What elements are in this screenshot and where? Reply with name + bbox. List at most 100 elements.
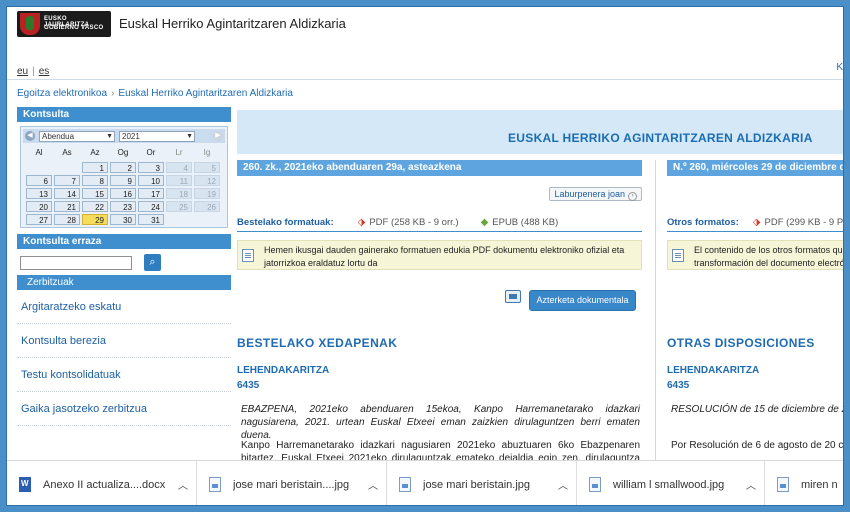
download-item[interactable]: Anexo II actualiza....docx︿: [7, 461, 197, 505]
calendar-day[interactable]: 21: [54, 201, 80, 212]
calendar-day[interactable]: 5: [194, 162, 220, 173]
main-content: EUSKAL HERRIKO AGINTARITZAREN ALDIZKARIA…: [237, 110, 843, 460]
sidebar-link-gaika[interactable]: Gaika jasotzeko zerbitzua: [17, 392, 231, 426]
calendar-day[interactable]: 29: [82, 214, 108, 225]
lang-eu-link[interactable]: eu: [17, 66, 28, 77]
search-button[interactable]: ⌕: [144, 254, 161, 271]
calendar-day[interactable]: 3: [138, 162, 164, 173]
calendar-grid: Al As Az Og Or Lr Ig 1 2 3 4 5 6 7 8 9 10 11 12 13 14 15 16 17 1…: [23, 146, 225, 225]
column-basque: 260. zk., 2021eko abenduaren 29a, asteaz…: [237, 160, 642, 460]
header-divider: [7, 79, 843, 80]
epub-icon: ◆: [480, 216, 489, 228]
calendar-day[interactable]: 18: [166, 188, 192, 199]
column-spanish: N.º 260, miércoles 29 de diciembre de 20…: [667, 160, 843, 451]
calendar-day[interactable]: 11: [166, 175, 192, 186]
document-title-es: RESOLUCIÓN de 15 de diciembre de 20 que …: [671, 404, 843, 415]
search-icon: ⌕: [149, 256, 156, 268]
org-title-eu: LEHENDAKARITZA: [237, 365, 330, 376]
chevron-up-icon[interactable]: ︿: [368, 477, 378, 492]
calendar-empty-cell: [26, 162, 52, 173]
download-item[interactable]: jose mari beristain....jpg ︿: [197, 461, 387, 505]
download-item[interactable]: jose mari beristain.jpg ︿: [387, 461, 577, 505]
sidebar-link-argitaratzeko[interactable]: Argitaratzeko eskatu: [17, 290, 231, 324]
chevron-up-icon[interactable]: ︿: [558, 477, 568, 492]
pdf-link-eu[interactable]: PDF (258 KB - 9 orr.): [369, 217, 458, 228]
calendar-day[interactable]: 1: [82, 162, 108, 173]
format-notice-eu: Hemen ikusgai dauden gainerako formatuen…: [237, 240, 642, 270]
section-title-eu: BESTELAKO XEDAPENAK: [237, 336, 398, 350]
shield-icon: [20, 13, 40, 35]
print-icon[interactable]: [505, 290, 521, 303]
download-bar: Anexo II actualiza....docx︿ jose mari be…: [7, 460, 843, 505]
document-number-eu[interactable]: 6435: [237, 380, 259, 391]
calendar-day[interactable]: 16: [110, 188, 136, 199]
calendar-day[interactable]: 13: [26, 188, 52, 199]
sidebar: Kontsulta ◀ Abendua ▼ 2021 ▼ ▶ Al As Az Og Or L…: [17, 107, 231, 426]
chevron-down-icon: ▼: [106, 132, 113, 140]
calendar-day[interactable]: 23: [110, 201, 136, 212]
calendar-day[interactable]: 24: [138, 201, 164, 212]
document-body-es: Por Resolución de 6 de agosto de 20 conv…: [671, 440, 844, 451]
summary-link-button[interactable]: Laburpenera joan ›: [549, 187, 642, 201]
document-analysis-button[interactable]: Azterketa dokumentala: [529, 290, 636, 311]
lang-es-link[interactable]: es: [39, 66, 50, 77]
search-input[interactable]: [20, 255, 132, 270]
calendar-day[interactable]: 6: [26, 175, 52, 186]
prev-month-icon[interactable]: ◀: [25, 131, 35, 141]
chevron-up-icon[interactable]: ︿: [178, 477, 188, 492]
next-month-icon[interactable]: ▶: [213, 131, 223, 141]
calendar-day[interactable]: 7: [54, 175, 80, 186]
calendar-day[interactable]: 17: [138, 188, 164, 199]
chevron-down-icon: ▼: [186, 132, 193, 140]
arrow-right-icon: ›: [628, 192, 637, 201]
calendar-day[interactable]: 4: [166, 162, 192, 173]
calendar-day[interactable]: 28: [54, 214, 80, 225]
calendar-day[interactable]: 31: [138, 214, 164, 225]
chevron-up-icon[interactable]: ︿: [746, 477, 756, 492]
image-file-icon: [777, 477, 789, 492]
header-right-link[interactable]: K: [836, 62, 843, 73]
pdf-icon: ⬗: [357, 216, 366, 228]
calendar-empty-cell: [166, 214, 192, 225]
calendar-day[interactable]: 26: [194, 201, 220, 212]
format-notice-es: El contenido de los otros formatos que t…: [667, 240, 843, 270]
sidebar-link-kontsulta-berezia[interactable]: Kontsulta berezia: [17, 324, 231, 358]
kontsulta-header: Kontsulta: [17, 107, 231, 122]
image-file-icon: [399, 477, 411, 492]
calendar-day[interactable]: 27: [26, 214, 52, 225]
calendar-day[interactable]: 22: [82, 201, 108, 212]
download-item[interactable]: william l smallwood.jpg ︿: [577, 461, 765, 505]
breadcrumb-aldizkaria[interactable]: Euskal Herriko Agintaritzaren Aldizkaria: [118, 88, 293, 99]
site-title: Euskal Herriko Agintaritzaren Aldizkaria: [119, 16, 346, 31]
bulletin-banner: EUSKAL HERRIKO AGINTARITZAREN ALDIZKARIA: [237, 110, 843, 154]
breadcrumb-egoitza[interactable]: Egoitza elektronikoa: [17, 88, 107, 99]
gobierno-vasco-logo[interactable]: EUSKO JAURLARITZA GOBIERNO VASCO: [17, 11, 111, 37]
calendar-day[interactable]: 20: [26, 201, 52, 212]
language-switch: eu | es: [17, 66, 50, 77]
year-select[interactable]: 2021 ▼: [119, 130, 195, 142]
download-item[interactable]: miren nac: [765, 461, 843, 505]
word-file-icon: [19, 477, 31, 492]
calendar-day[interactable]: 25: [166, 201, 192, 212]
document-icon: [672, 249, 684, 262]
calendar-day[interactable]: 19: [194, 188, 220, 199]
weekday-header: Al: [35, 148, 43, 157]
weekday-header: Or: [146, 148, 156, 157]
calendar-day[interactable]: 9: [110, 175, 136, 186]
document-number-es[interactable]: 6435: [667, 380, 689, 391]
sidebar-link-testu-kontsolidatuak[interactable]: Testu kontsolidatuak: [17, 358, 231, 392]
calendar-nav: ◀ Abendua ▼ 2021 ▼ ▶: [23, 129, 225, 143]
calendar-day[interactable]: 12: [194, 175, 220, 186]
calendar-day[interactable]: 15: [82, 188, 108, 199]
epub-link[interactable]: EPUB (488 KB): [492, 217, 558, 228]
weekday-header: Og: [117, 148, 129, 157]
calendar-day[interactable]: 30: [110, 214, 136, 225]
weekday-header: Az: [90, 148, 100, 157]
pdf-link-es[interactable]: PDF (299 KB - 9 Pág: [765, 217, 844, 228]
calendar-day[interactable]: 8: [82, 175, 108, 186]
calendar-day[interactable]: 2: [110, 162, 136, 173]
column-divider: [655, 160, 656, 460]
month-select[interactable]: Abendua ▼: [39, 130, 115, 142]
calendar-day[interactable]: 10: [138, 175, 164, 186]
calendar-day[interactable]: 14: [54, 188, 80, 199]
